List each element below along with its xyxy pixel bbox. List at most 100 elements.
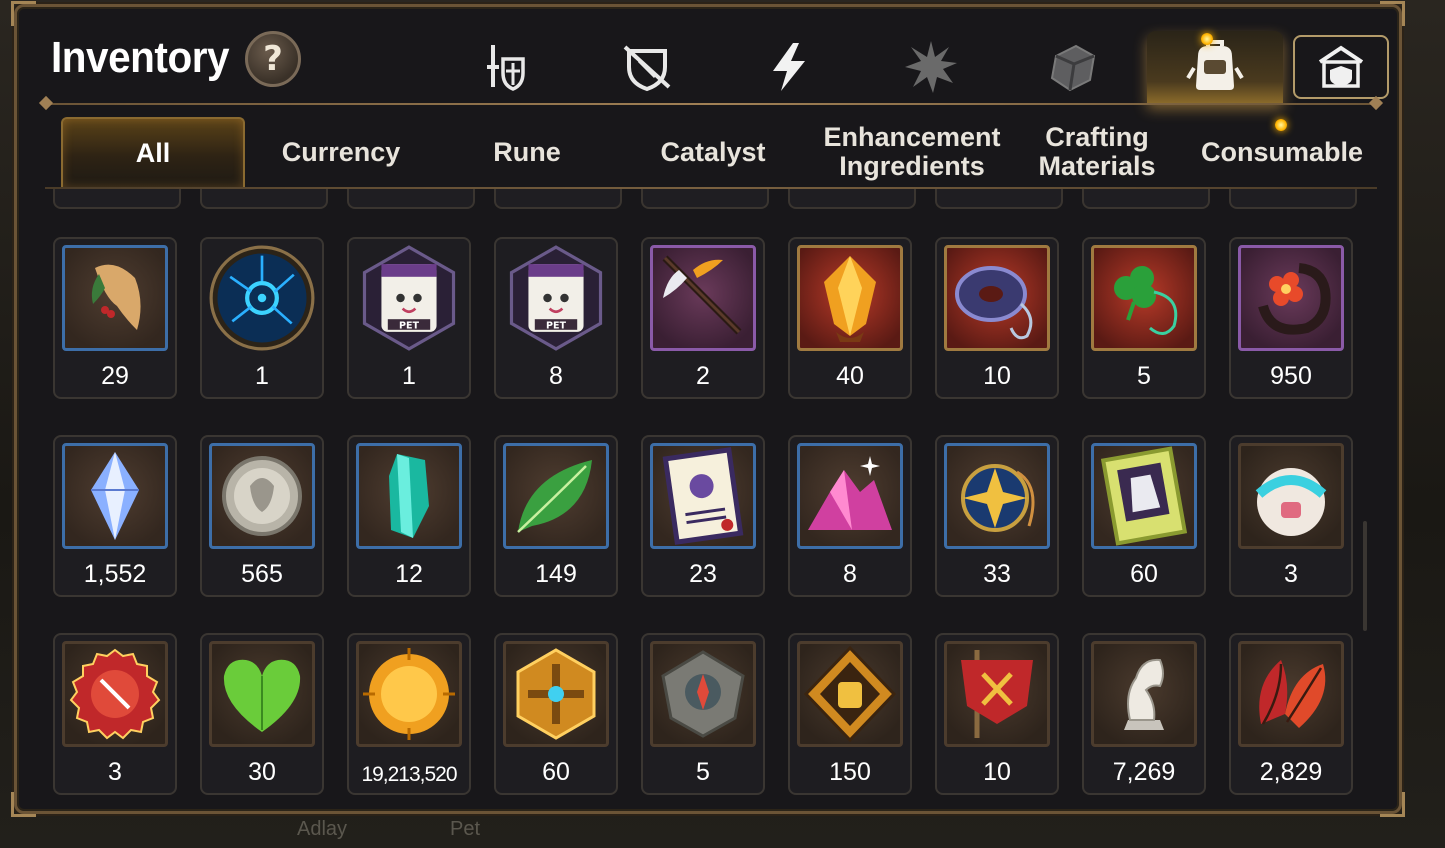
item-slot[interactable]: 5 <box>641 633 765 795</box>
robot-pod-icon <box>1255 468 1327 536</box>
top-tab-bar <box>437 31 1389 103</box>
previous-row-partial <box>53 189 1363 209</box>
item-frame <box>209 641 315 747</box>
category-tab-enhancement[interactable]: Enhancement Ingredients <box>809 117 1015 187</box>
item-frame <box>1091 245 1197 351</box>
category-tab-rune[interactable]: Rune <box>435 117 619 187</box>
blue-rune-orb-icon <box>209 245 315 351</box>
item-slot[interactable]: 7,269 <box>1082 633 1206 795</box>
item-slot[interactable]: 60 <box>1082 435 1206 597</box>
item-slot[interactable]: 1 <box>200 237 324 399</box>
item-slot[interactable]: 10 <box>935 633 1059 795</box>
item-quantity: 60 <box>1130 560 1158 588</box>
tab-bag[interactable] <box>1147 31 1283 103</box>
gold-cross-emblem-icon <box>516 648 596 740</box>
page-title: Inventory <box>51 33 230 82</box>
item-slot[interactable]: 5 <box>1082 237 1206 399</box>
item-slot[interactable]: 23 <box>641 435 765 597</box>
item-quantity: 12 <box>395 560 423 588</box>
ginseng-root-icon <box>91 264 141 330</box>
category-tab-currency[interactable]: Currency <box>249 117 433 187</box>
item-frame <box>1238 245 1344 351</box>
item-slot-partial <box>347 189 475 209</box>
item-frame <box>650 641 756 747</box>
notification-dot <box>1275 119 1287 131</box>
item-frame <box>797 245 903 351</box>
pet-food-bag-icon: PET <box>509 245 603 351</box>
broken-shield-icon <box>623 45 671 92</box>
tab-storage[interactable] <box>1293 35 1389 99</box>
tab-equipment[interactable] <box>437 31 573 103</box>
item-slot[interactable]: 2,829 <box>1229 633 1353 795</box>
category-label: Currency <box>281 136 401 167</box>
tab-rage[interactable] <box>863 31 999 103</box>
svg-text:PET: PET <box>546 321 566 332</box>
item-frame <box>356 641 462 747</box>
item-slot[interactable]: 2 <box>641 237 765 399</box>
item-frame <box>1238 443 1344 549</box>
item-slot[interactable]: 149 <box>494 435 618 597</box>
notification-dot <box>1201 33 1213 45</box>
panel-corner <box>11 792 36 817</box>
svg-text:PET: PET <box>399 321 419 332</box>
item-frame <box>62 245 168 351</box>
item-slot[interactable]: 30 <box>200 633 324 795</box>
item-frame <box>1091 443 1197 549</box>
item-quantity: 149 <box>535 560 577 588</box>
scrollbar[interactable] <box>1363 521 1367 631</box>
blue-donut-charm-icon <box>955 266 1033 340</box>
tab-defense[interactable] <box>579 31 715 103</box>
item-slot-partial <box>200 189 328 209</box>
item-slot-partial <box>1082 189 1210 209</box>
crystal-shard-icon <box>91 452 139 540</box>
item-quantity: 1 <box>255 362 269 390</box>
item-slot[interactable]: 10 <box>935 237 1059 399</box>
item-slot[interactable]: 565 <box>200 435 324 597</box>
gold-sun-coin-icon <box>363 648 455 740</box>
item-slot[interactable]: 33 <box>935 435 1059 597</box>
item-quantity: 33 <box>983 560 1011 588</box>
tab-materials[interactable] <box>1005 31 1141 103</box>
item-quantity: 40 <box>836 362 864 390</box>
item-slot[interactable]: PET 8 <box>494 237 618 399</box>
inventory-panel: Inventory ? All Currency Rune Catalyst E… <box>11 1 1405 817</box>
feather-wand-icon <box>662 255 742 335</box>
tab-skill[interactable] <box>721 31 857 103</box>
item-frame <box>650 443 756 549</box>
item-quantity: 10 <box>983 758 1011 786</box>
item-quantity: 5 <box>696 758 710 786</box>
pink-ore-icon <box>808 456 892 530</box>
spiky-burst-icon <box>905 41 957 93</box>
category-label: Consumable <box>1200 136 1364 167</box>
item-slot[interactable]: 150 <box>788 633 912 795</box>
item-slot[interactable]: 3 <box>1229 435 1353 597</box>
background-label-pet: Pet <box>450 818 481 840</box>
pet-certificate-icon <box>662 447 744 545</box>
item-slot[interactable]: 12 <box>347 435 471 597</box>
category-tab-catalyst[interactable]: Catalyst <box>621 117 805 187</box>
panel-corner <box>11 1 36 26</box>
item-frame <box>944 443 1050 549</box>
item-frame <box>1238 641 1344 747</box>
chess-knight-icon <box>1124 658 1164 730</box>
item-quantity: 5 <box>1137 362 1151 390</box>
help-button[interactable]: ? <box>245 31 301 87</box>
item-quantity: 150 <box>829 758 871 786</box>
item-quantity: 565 <box>241 560 283 588</box>
item-slot[interactable]: 40 <box>788 237 912 399</box>
category-tab-all[interactable]: All <box>61 117 245 187</box>
item-quantity: 60 <box>542 758 570 786</box>
item-slot[interactable]: 3 <box>53 633 177 795</box>
item-slot[interactable]: 19,213,520 <box>347 633 471 795</box>
item-slot[interactable]: 8 <box>788 435 912 597</box>
item-slot[interactable]: 60 <box>494 633 618 795</box>
item-frame <box>503 641 609 747</box>
item-frame <box>209 245 315 351</box>
item-slot[interactable]: PET 1 <box>347 237 471 399</box>
item-frame: PET <box>503 245 609 351</box>
item-slot[interactable]: 950 <box>1229 237 1353 399</box>
item-slot[interactable]: 1,552 <box>53 435 177 597</box>
category-label: Rune <box>493 136 561 167</box>
category-tab-crafting[interactable]: Crafting Materials <box>1013 117 1181 187</box>
item-slot[interactable]: 29 <box>53 237 177 399</box>
